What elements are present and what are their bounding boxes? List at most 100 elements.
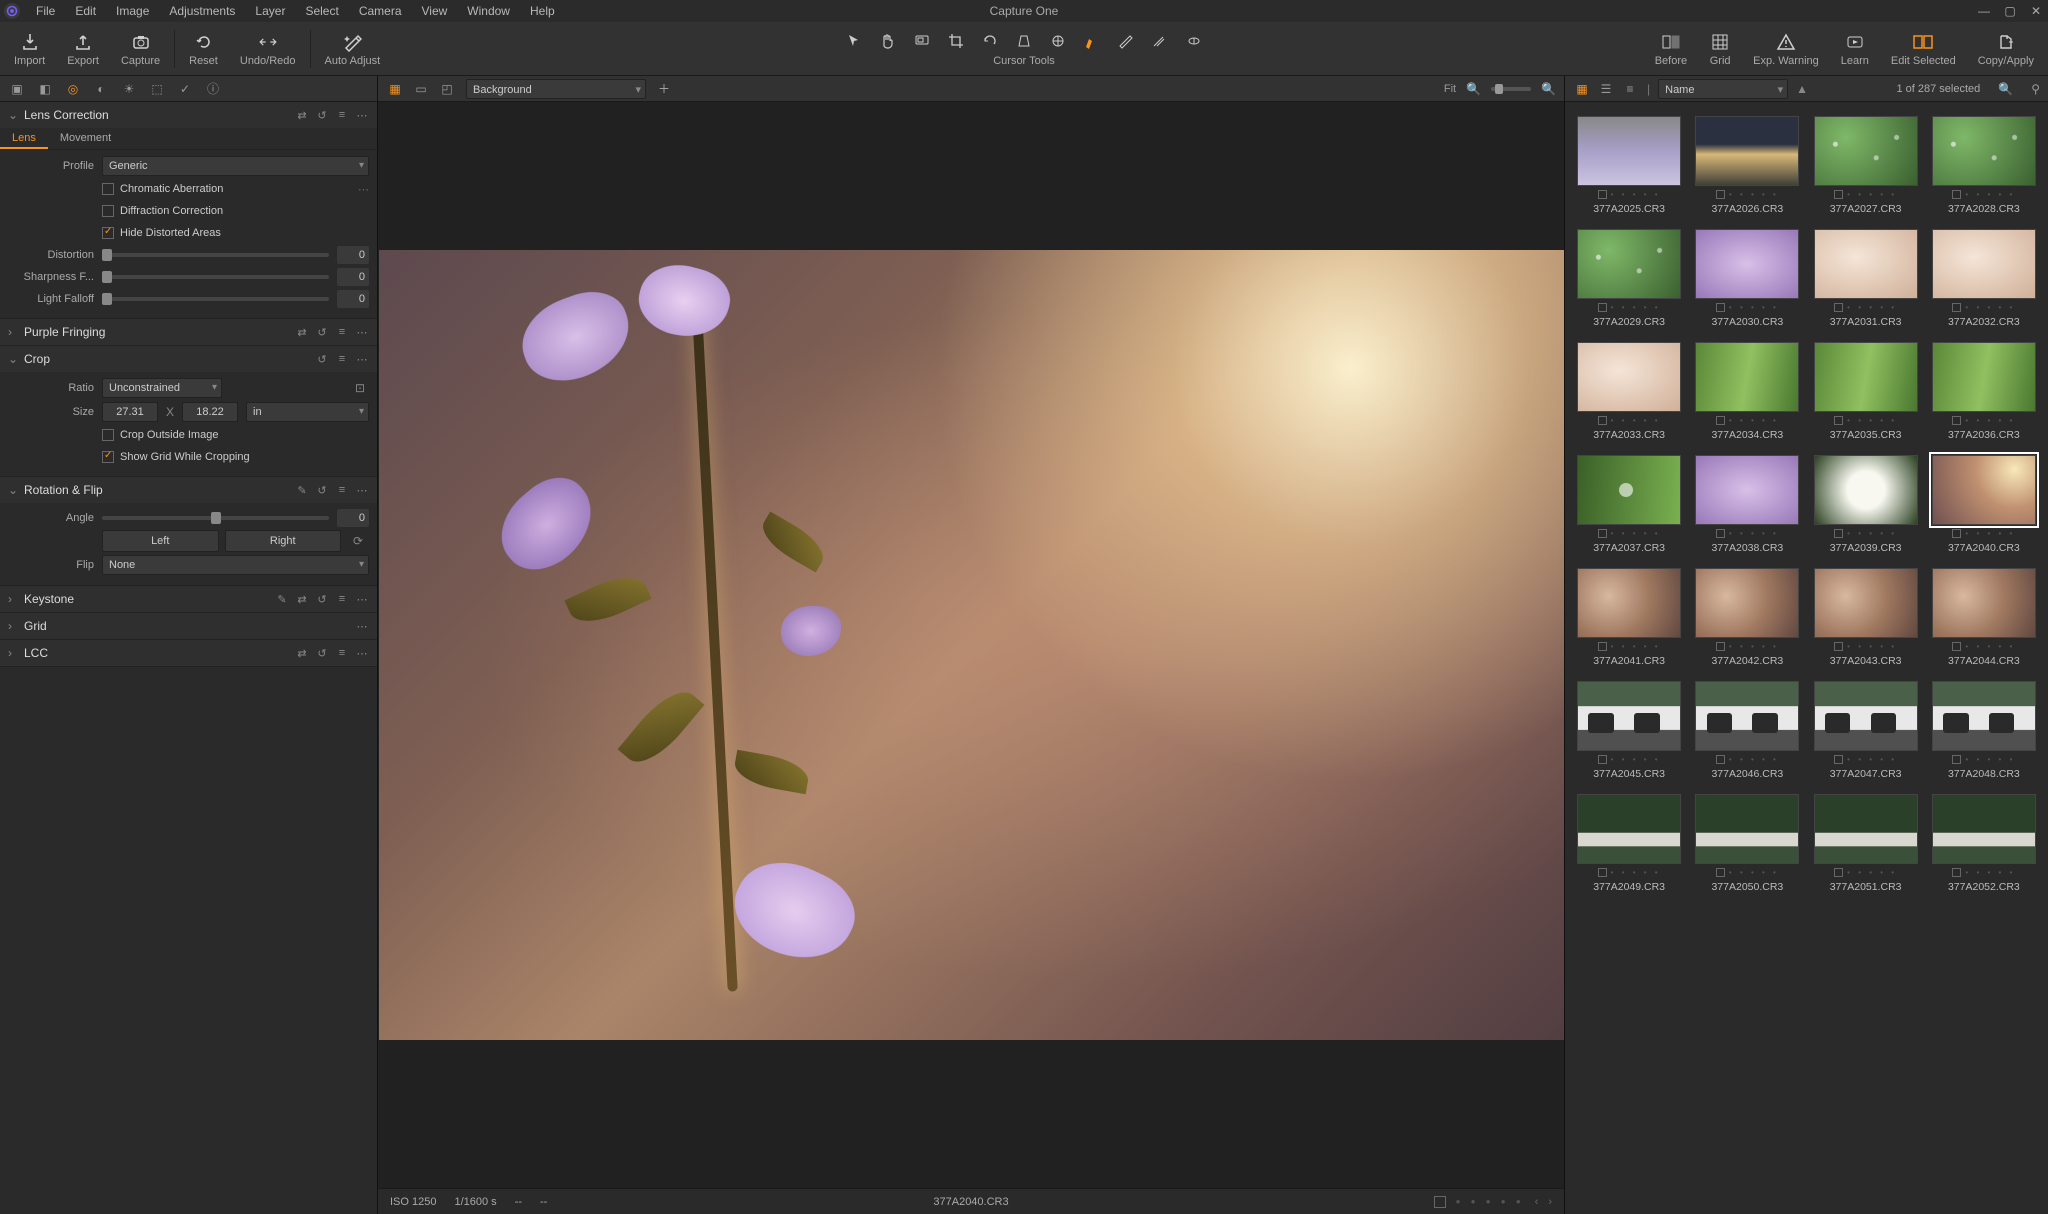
color-tag-icon[interactable]: [1598, 529, 1607, 538]
sort-dropdown[interactable]: Name: [1658, 79, 1788, 99]
angle-value[interactable]: 0: [337, 509, 369, 527]
capture-tab-icon[interactable]: ◧: [36, 80, 54, 98]
color-tag-icon[interactable]: [1834, 303, 1843, 312]
library-tab-icon[interactable]: ▣: [8, 80, 26, 98]
color-tag-icon[interactable]: [1834, 868, 1843, 877]
thumbnail[interactable]: • • • • •377A2032.CR3: [1930, 229, 2038, 328]
thumbnail[interactable]: • • • • •377A2025.CR3: [1575, 116, 1683, 215]
thumbnail[interactable]: • • • • •377A2041.CR3: [1575, 568, 1683, 667]
ratio-dropdown[interactable]: Unconstrained: [102, 378, 222, 398]
thumbnail[interactable]: • • • • •377A2040.CR3: [1930, 455, 2038, 554]
thumbnail[interactable]: • • • • •377A2036.CR3: [1930, 342, 2038, 441]
menu-dots-icon[interactable]: ⋯: [355, 326, 369, 339]
hand-tool-icon[interactable]: [878, 31, 898, 51]
preset-icon[interactable]: ≡: [335, 484, 349, 497]
thumbnail[interactable]: • • • • •377A2027.CR3: [1812, 116, 1920, 215]
reset-button[interactable]: Reset: [185, 28, 222, 70]
thumbnail-scroll[interactable]: • • • • •377A2025.CR3• • • • •377A2026.C…: [1565, 102, 2048, 1214]
select-tool-icon[interactable]: [844, 31, 864, 51]
menu-dots-icon[interactable]: ⋯: [355, 593, 369, 606]
size-width-input[interactable]: 27.31: [102, 402, 158, 422]
color-tab-icon[interactable]: ◐: [92, 80, 110, 98]
thumbnail[interactable]: • • • • •377A2046.CR3: [1693, 681, 1801, 780]
color-tag-icon[interactable]: [1598, 868, 1607, 877]
minimize-button[interactable]: —: [1976, 4, 1992, 18]
viewer-canvas[interactable]: [378, 102, 1564, 1188]
color-tag-icon[interactable]: [1834, 529, 1843, 538]
list-view-icon[interactable]: ☰: [1597, 82, 1615, 96]
color-tag-icon[interactable]: [1952, 529, 1961, 538]
menu-select[interactable]: Select: [295, 1, 348, 21]
maximize-button[interactable]: ▢: [2002, 4, 2018, 18]
rotation-header[interactable]: ⌄ Rotation & Flip ✎ ↺ ≡ ⋯: [0, 477, 377, 503]
color-tag-icon[interactable]: [1952, 642, 1961, 651]
draw-mask-tool-icon[interactable]: [1082, 31, 1102, 51]
menu-file[interactable]: File: [26, 1, 65, 21]
details-tab-icon[interactable]: ⬚: [148, 80, 166, 98]
color-tag-icon[interactable]: [1834, 190, 1843, 199]
thumbnail[interactable]: • • • • •377A2037.CR3: [1575, 455, 1683, 554]
color-tag-icon[interactable]: [1598, 416, 1607, 425]
reset-adj-icon[interactable]: ↺: [315, 647, 329, 660]
capture-button[interactable]: Capture: [117, 28, 164, 70]
thumbnail[interactable]: • • • • •377A2039.CR3: [1812, 455, 1920, 554]
menu-adjustments[interactable]: Adjustments: [159, 1, 245, 21]
thumbnail[interactable]: • • • • •377A2038.CR3: [1693, 455, 1801, 554]
rating-picker[interactable]: ● ● ● ● ●: [1456, 1197, 1525, 1206]
multi-view-icon[interactable]: ▦: [386, 80, 404, 98]
filmstrip-view-icon[interactable]: ≡: [1621, 82, 1639, 96]
lens-tab-icon[interactable]: ◎: [64, 80, 82, 98]
rating-dots[interactable]: • • • • •: [1965, 416, 2015, 425]
thumbnail[interactable]: • • • • •377A2052.CR3: [1930, 794, 2038, 893]
lens-correction-header[interactable]: ⌄ Lens Correction ⇄ ↺ ≡ ⋯: [0, 102, 377, 128]
tool1-icon[interactable]: ✎: [275, 593, 289, 606]
add-layer-icon[interactable]: ＋: [656, 80, 672, 97]
grid-button[interactable]: Grid: [1705, 28, 1735, 70]
chromatic-aberration-check[interactable]: Chromatic Aberration ⋯: [8, 178, 369, 200]
color-tag-icon[interactable]: [1716, 303, 1725, 312]
rating-dots[interactable]: • • • • •: [1611, 868, 1661, 877]
thumbnail[interactable]: • • • • •377A2029.CR3: [1575, 229, 1683, 328]
import-button[interactable]: Import: [10, 28, 49, 70]
color-tag-icon[interactable]: [1952, 868, 1961, 877]
metadata-tab-icon[interactable]: ⓘ: [204, 80, 222, 98]
color-tag-icon[interactable]: [1834, 755, 1843, 764]
expwarning-button[interactable]: Exp. Warning: [1749, 28, 1823, 70]
prev-variant-icon[interactable]: ‹: [1535, 1196, 1539, 1208]
editselected-button[interactable]: Edit Selected: [1887, 28, 1960, 70]
spot-tool-icon[interactable]: [1048, 31, 1068, 51]
rating-dots[interactable]: • • • • •: [1611, 190, 1661, 199]
sort-dir-icon[interactable]: ▲: [1796, 82, 1808, 96]
color-tag-icon[interactable]: [1834, 642, 1843, 651]
keystone-header[interactable]: › Keystone ✎ ⇄ ↺ ≡ ⋯: [0, 586, 377, 612]
reset-adj-icon[interactable]: ↺: [315, 593, 329, 606]
falloff-slider[interactable]: [102, 297, 329, 301]
thumbnail[interactable]: • • • • •377A2026.CR3: [1693, 116, 1801, 215]
preset-icon[interactable]: ≡: [335, 353, 349, 366]
rating-dots[interactable]: • • • • •: [1611, 303, 1661, 312]
thumbnail[interactable]: • • • • •377A2049.CR3: [1575, 794, 1683, 893]
thumbnail[interactable]: • • • • •377A2047.CR3: [1812, 681, 1920, 780]
before-button[interactable]: Before: [1651, 28, 1691, 70]
tab-movement[interactable]: Movement: [48, 128, 123, 149]
diffraction-check[interactable]: Diffraction Correction: [8, 200, 369, 222]
tab-lens[interactable]: Lens: [0, 128, 48, 149]
color-tag-icon[interactable]: [1716, 190, 1725, 199]
rating-dots[interactable]: • • • • •: [1611, 642, 1661, 651]
rating-dots[interactable]: • • • • •: [1847, 642, 1897, 651]
rating-dots[interactable]: • • • • •: [1729, 190, 1779, 199]
menu-dots-icon[interactable]: ⋯: [355, 484, 369, 497]
undoredo-button[interactable]: Undo/Redo: [236, 28, 300, 70]
rating-dots[interactable]: • • • • •: [1965, 868, 2015, 877]
rating-dots[interactable]: • • • • •: [1847, 529, 1897, 538]
menu-dots-icon[interactable]: ⋯: [355, 353, 369, 366]
sharpness-slider[interactable]: [102, 275, 329, 279]
adjustment-tab-icon[interactable]: ✓: [176, 80, 194, 98]
color-tag-icon[interactable]: [1716, 868, 1725, 877]
size-unit-dropdown[interactable]: in: [246, 402, 369, 422]
rating-dots[interactable]: • • • • •: [1847, 190, 1897, 199]
menu-view[interactable]: View: [412, 1, 458, 21]
color-tag-icon[interactable]: [1716, 416, 1725, 425]
color-tag-icon[interactable]: [1716, 642, 1725, 651]
zoom-out-icon[interactable]: 🔍: [1466, 82, 1481, 96]
